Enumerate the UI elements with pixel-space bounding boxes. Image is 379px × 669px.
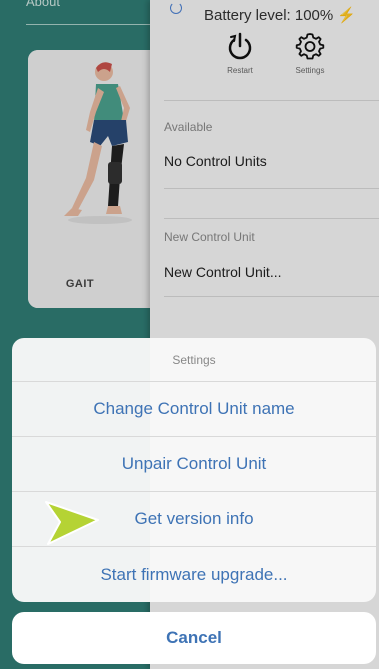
change-control-unit-name-option[interactable]: Change Control Unit name [12,382,376,437]
pointer-arrow-icon [45,501,99,545]
action-sheet-title: Settings [12,338,376,382]
unpair-control-unit-option[interactable]: Unpair Control Unit [12,437,376,492]
start-firmware-upgrade-option[interactable]: Start firmware upgrade... [12,547,376,602]
cancel-button[interactable]: Cancel [12,612,376,664]
settings-action-sheet: Settings Change Control Unit name Unpair… [12,338,376,602]
